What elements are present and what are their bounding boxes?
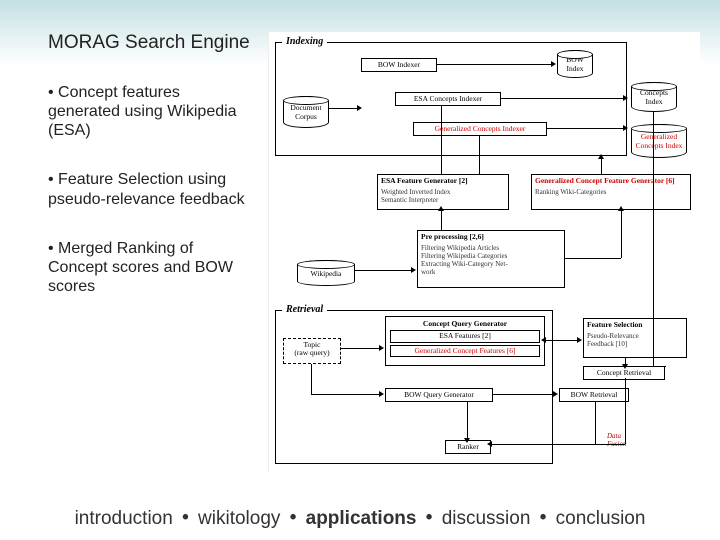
- gen-concept-feature-generator-sub: Ranking Wiki-Categories: [535, 188, 687, 196]
- preprocessing: Pre processing [2,6] Filtering Wikipedia…: [417, 230, 565, 288]
- footer-item-conclusion: conclusion: [556, 508, 646, 529]
- concept-query-generator: Concept Query Generator ESA Features [2]…: [385, 316, 545, 366]
- indexing-label: Indexing: [282, 36, 327, 47]
- footer-item-introduction: introduction: [75, 508, 173, 529]
- esa-features: ESA Features [2]: [390, 330, 540, 342]
- footer-item-wikitology: wikitology: [198, 508, 280, 529]
- concepts-index: Concepts Index: [631, 82, 677, 112]
- retrieval-label: Retrieval: [282, 304, 327, 315]
- gen-concept-feature-generator: Generalized Concept Feature Generator [6…: [531, 174, 691, 210]
- gen-concepts-indexer: Generalized Concepts Indexer: [413, 122, 547, 136]
- dot-icon: •: [290, 507, 297, 528]
- bullet-2: Feature Selection using pseudo-relevance…: [48, 170, 250, 208]
- preprocessing-sub: Filtering Wikipedia Articles Filtering W…: [421, 244, 561, 276]
- bow-indexer: BOW Indexer: [361, 58, 437, 72]
- bullet-1: Concept features generated using Wikiped…: [48, 83, 250, 141]
- gen-concept-features: Generalized Concept Features [6]: [390, 345, 540, 357]
- wikipedia-db: Wikipedia: [297, 260, 355, 286]
- document-corpus: Document Corpus: [283, 96, 329, 128]
- esa-feature-generator-sub: Weighted Inverted Index Semantic Interpr…: [381, 188, 505, 204]
- bullet-3: Merged Ranking of Concept scores and BOW…: [48, 239, 250, 297]
- bow-index: BOW Index: [557, 50, 593, 78]
- bow-query-generator: BOW Query Generator: [385, 388, 493, 402]
- gen-concepts-index: Generalized Concepts Index: [631, 124, 687, 158]
- feature-selection-sub: Pseudo-Relevance Feedback [10]: [587, 332, 683, 348]
- dot-icon: •: [540, 507, 547, 528]
- topic: Topic (raw query): [283, 338, 341, 364]
- footer-item-applications: applications: [306, 508, 417, 529]
- dot-icon: •: [182, 507, 189, 528]
- slide-title: MORAG Search Engine: [48, 32, 250, 55]
- architecture-diagram: Indexing Document Corpus BOW Indexer BOW…: [268, 32, 700, 472]
- dot-icon: •: [426, 507, 433, 528]
- data-fusion: Data Fusion: [607, 432, 626, 448]
- esa-feature-generator: ESA Feature Generator [2] Weighted Inver…: [377, 174, 509, 210]
- feature-selection: Feature Selection Pseudo-Relevance Feedb…: [583, 318, 687, 358]
- footer-item-discussion: discussion: [442, 508, 531, 529]
- bow-retrieval: BOW Retrieval: [559, 388, 629, 402]
- esa-concepts-indexer: ESA Concepts Indexer: [395, 92, 501, 106]
- footer-nav: introduction • wikitology • applications…: [0, 508, 720, 530]
